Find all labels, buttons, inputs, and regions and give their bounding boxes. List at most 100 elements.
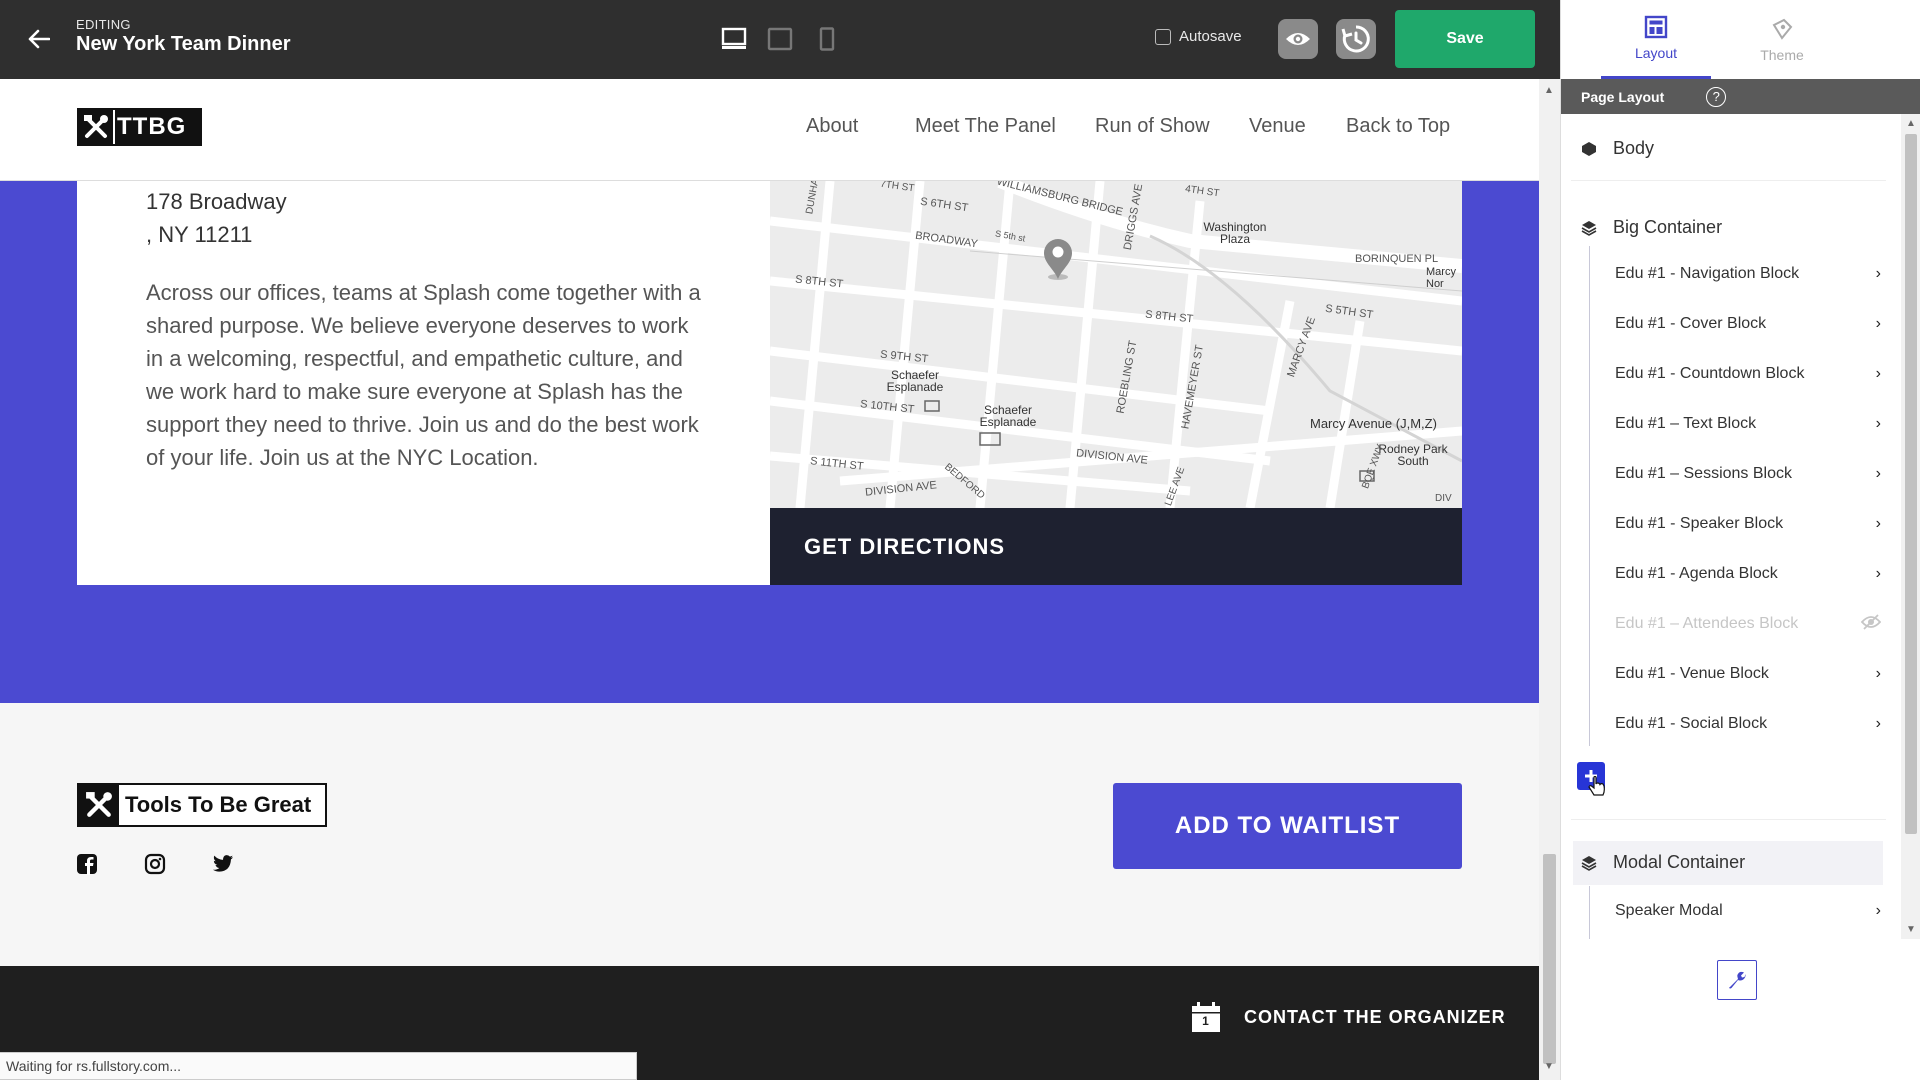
mouse-cursor-icon [1588, 776, 1605, 796]
page-settings-button[interactable] [1717, 960, 1757, 1000]
desktop-icon [721, 27, 747, 49]
tree-item-label: Edu #1 - Speaker Block [1615, 515, 1784, 532]
map-label-washington-plaza: Washington Plaza [1203, 220, 1267, 246]
mobile-view-button[interactable] [812, 24, 842, 54]
editor-topbar: EDITING New York Team Dinner Autosave Sa… [0, 0, 1560, 79]
tree-item-block[interactable]: Edu #1 - Venue Block › [1615, 654, 1885, 694]
tree-item-block[interactable]: Edu #1 - Countdown Block › [1615, 354, 1885, 394]
venue-map[interactable]: BROADWAY WILLIAMSBURG BRIDGE Washington … [770, 181, 1462, 508]
tab-theme[interactable]: Theme [1727, 0, 1837, 79]
tab-layout[interactable]: Layout [1601, 0, 1711, 79]
map-label-div: DIV [1435, 493, 1452, 504]
chevron-right-icon: › [1875, 465, 1881, 482]
contact-organizer-link[interactable]: 1 CONTACT THE ORGANIZER [1190, 1001, 1506, 1033]
contact-organizer-label: CONTACT THE ORGANIZER [1244, 1006, 1506, 1027]
tree-item-block[interactable]: Edu #1 - Agenda Block › [1615, 554, 1885, 594]
scroll-down-arrow-icon[interactable]: ▼ [1544, 1061, 1554, 1072]
calendar-icon: 1 [1190, 1001, 1222, 1033]
chevron-right-icon: › [1875, 715, 1881, 732]
panel-scrollbar[interactable]: ▲ ▼ [1901, 114, 1920, 939]
save-button[interactable]: Save [1395, 10, 1535, 68]
tools-logo-icon [79, 110, 113, 144]
layout-icon [1644, 15, 1668, 39]
map-label-schaefer: Schaefer Esplanade [886, 368, 944, 394]
nav-link-about[interactable]: About [806, 115, 858, 138]
map-label-rodney-park: Rodney Park South [1378, 442, 1448, 468]
mobile-icon [819, 27, 835, 51]
help-icon[interactable]: ? [1706, 86, 1727, 107]
map-label-borinquen: BORINQUEN PL [1355, 253, 1439, 265]
tree-item-block[interactable]: Edu #1 - Cover Block › [1615, 304, 1885, 344]
tree-item-label: Edu #1 - Venue Block [1615, 665, 1769, 682]
venue-section: 178 Broadway , NY 11211 Across our offic… [0, 181, 1539, 703]
tree-item-block[interactable]: Edu #1 – Text Block › [1615, 404, 1885, 444]
canvas-scrollbar[interactable]: ▲ ▼ [1539, 79, 1560, 1080]
tree-item-label: Edu #1 – Text Block [1615, 415, 1757, 432]
address-line-2: , NY 11211 [146, 222, 253, 247]
tree-item-label: Edu #1 - Countdown Block [1615, 365, 1805, 382]
footer-logo[interactable]: Tools To Be Great [77, 783, 327, 827]
history-button[interactable] [1336, 19, 1376, 59]
preview-button[interactable] [1278, 19, 1318, 59]
theme-icon [1772, 18, 1793, 40]
eye-slash-icon[interactable] [1860, 613, 1885, 635]
nav-link-run-of-show[interactable]: Run of Show [1095, 115, 1210, 138]
twitter-icon[interactable] [212, 853, 234, 875]
autosave-label: Autosave [1179, 28, 1242, 45]
nav-link-venue[interactable]: Venue [1249, 115, 1306, 138]
facebook-icon[interactable] [76, 853, 98, 875]
autosave-checkbox[interactable] [1155, 28, 1171, 45]
chevron-right-icon: › [1875, 515, 1881, 532]
tree-item-block[interactable]: Edu #1 - Speaker Block › [1615, 504, 1885, 544]
layers-icon [1581, 855, 1597, 871]
tree-separator [1571, 180, 1886, 181]
canvas-scroll-thumb[interactable] [1543, 854, 1556, 1064]
editing-label: EDITING [76, 17, 131, 32]
tree-indent-line [1589, 246, 1590, 746]
get-directions-button[interactable]: GET DIRECTIONS [770, 508, 1462, 585]
arrow-left-icon [28, 29, 50, 49]
eye-icon [1286, 33, 1310, 45]
address-line-1: 178 Broadway [146, 189, 287, 214]
nav-link-back-to-top[interactable]: Back to Top [1346, 115, 1450, 138]
tree-big-container-label: Big Container [1613, 217, 1723, 237]
venue-description: Across our offices, teams at Splash come… [146, 280, 701, 470]
footer-logo-text: Tools To Be Great [119, 785, 325, 825]
scroll-up-arrow-icon[interactable]: ▲ [1544, 85, 1554, 96]
autosave-toggle[interactable]: Autosave [1155, 28, 1242, 45]
calendar-day: 1 [1202, 1014, 1210, 1028]
chevron-right-icon: › [1875, 315, 1881, 332]
layout-tree: Body Big Container Modal Container Speak… [1561, 114, 1901, 939]
tree-item-label: Edu #1 – Sessions Block [1615, 465, 1792, 482]
tree-separator [1571, 819, 1886, 820]
ttbg-logo[interactable]: TTBG [77, 108, 202, 146]
instagram-icon[interactable] [144, 853, 166, 875]
tree-item-label: Edu #1 - Social Block [1615, 715, 1768, 732]
back-button[interactable] [22, 22, 56, 56]
scroll-up-arrow-icon[interactable]: ▲ [1906, 118, 1916, 129]
tablet-view-button[interactable] [765, 24, 795, 54]
map-label-schaefer-2: Schaefer Esplanade [979, 403, 1037, 429]
desktop-view-button[interactable] [719, 24, 749, 54]
page-preview-canvas[interactable]: TTBG About Meet The Panel Run of Show Ve… [0, 79, 1539, 1080]
tree-item-block[interactable]: Edu #1 - Navigation Block › [1615, 254, 1885, 294]
tree-item-label: Speaker Modal [1615, 902, 1723, 919]
add-to-waitlist-button[interactable]: ADD TO WAITLIST [1113, 783, 1462, 869]
chevron-right-icon: › [1875, 565, 1881, 582]
tree-big-container[interactable]: Big Container [1581, 217, 1722, 238]
wrench-icon [1729, 971, 1746, 989]
tree-modal-container[interactable]: Modal Container [1581, 852, 1745, 873]
panel-scroll-thumb[interactable] [1905, 134, 1917, 834]
tree-item-speaker-modal[interactable]: Speaker Modal › [1615, 891, 1885, 931]
tree-item-block[interactable]: Edu #1 – Sessions Block › [1615, 454, 1885, 494]
nav-link-meet-the-panel[interactable]: Meet The Panel [915, 115, 1056, 138]
page-layout-title: Page Layout [1581, 88, 1665, 105]
tree-item-block[interactable]: Edu #1 - Social Block › [1615, 704, 1885, 744]
tree-body-label: Body [1613, 138, 1655, 158]
tools-logo-icon [79, 785, 119, 825]
browser-status-bar: Waiting for rs.fullstory.com... [0, 1052, 637, 1080]
tree-item-block[interactable]: Edu #1 – Attendees Block [1615, 604, 1885, 644]
tree-item-label: Edu #1 - Navigation Block [1615, 265, 1800, 282]
scroll-down-arrow-icon[interactable]: ▼ [1906, 924, 1916, 935]
tree-body[interactable]: Body [1581, 138, 1654, 159]
